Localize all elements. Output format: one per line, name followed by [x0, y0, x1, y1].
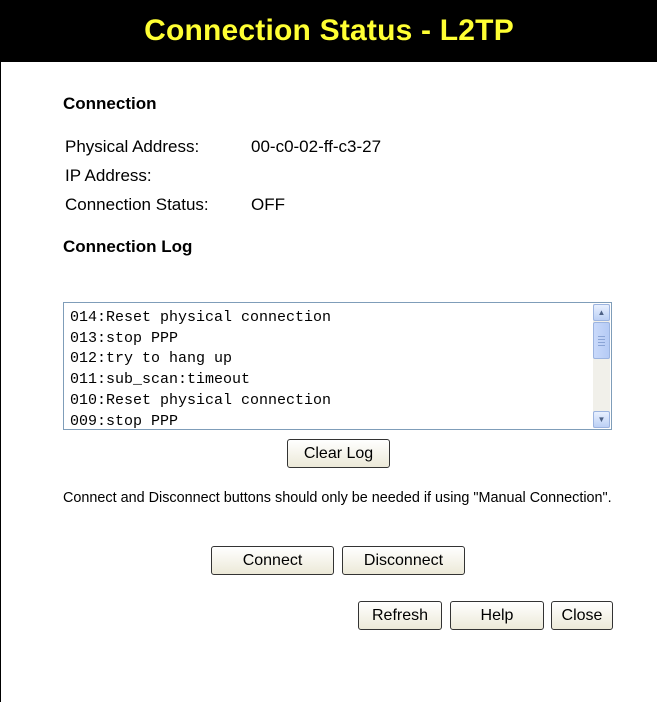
- chevron-up-icon: ▲: [597, 308, 606, 317]
- connection-status-value: OFF: [251, 195, 285, 214]
- grip-line: [598, 338, 605, 340]
- connection-heading: Connection: [63, 94, 157, 113]
- log-lines: 014:Reset physical connection 013:stop P…: [70, 308, 331, 432]
- page-title: Connection Status - L2TP: [144, 14, 514, 47]
- log-line: 011:sub_scan:timeout: [70, 371, 251, 389]
- status-window: Connection Status - L2TP Connection Phys…: [0, 0, 657, 702]
- grip-line: [598, 344, 605, 346]
- scroll-up-button[interactable]: ▲: [593, 304, 610, 321]
- scroll-down-button[interactable]: ▼: [593, 411, 610, 428]
- log-line: 012:try to hang up: [70, 350, 233, 368]
- chevron-down-icon: ▼: [597, 415, 606, 424]
- title-bar: Connection Status - L2TP: [1, 0, 657, 62]
- physical-address-value: 00-c0-02-ff-c3-27: [251, 137, 382, 156]
- log-line: 010:Reset physical connection: [70, 391, 332, 409]
- help-button[interactable]: Help: [450, 601, 544, 630]
- grip-line: [598, 341, 605, 343]
- ip-address-label: IP Address:: [65, 166, 152, 185]
- connection-status-label: Connection Status:: [65, 195, 209, 214]
- connect-button[interactable]: Connect: [211, 546, 334, 575]
- physical-address-label: Physical Address:: [65, 137, 200, 156]
- connection-log-textarea[interactable]: 014:Reset physical connection 013:stop P…: [63, 302, 612, 430]
- connection-status-row: Connection Status: OFF: [65, 194, 381, 223]
- disconnect-button[interactable]: Disconnect: [342, 546, 465, 575]
- physical-address-row: Physical Address: 00-c0-02-ff-c3-27: [65, 136, 381, 165]
- manual-connection-note: Connect and Disconnect buttons should on…: [63, 490, 612, 506]
- connection-info: Physical Address: 00-c0-02-ff-c3-27 IP A…: [65, 136, 381, 223]
- log-line: 013:stop PPP: [70, 329, 179, 347]
- clear-log-button[interactable]: Clear Log: [287, 439, 390, 468]
- ip-address-row: IP Address:: [65, 165, 381, 194]
- scroll-thumb[interactable]: [593, 322, 610, 359]
- grip-line: [598, 335, 605, 337]
- log-line: 009:stop PPP: [70, 412, 179, 430]
- connection-log-heading: Connection Log: [63, 237, 193, 256]
- refresh-button[interactable]: Refresh: [358, 601, 442, 630]
- log-scrollbar[interactable]: ▲ ▼: [593, 304, 610, 428]
- close-button[interactable]: Close: [551, 601, 613, 630]
- log-line: 014:Reset physical connection: [70, 309, 332, 326]
